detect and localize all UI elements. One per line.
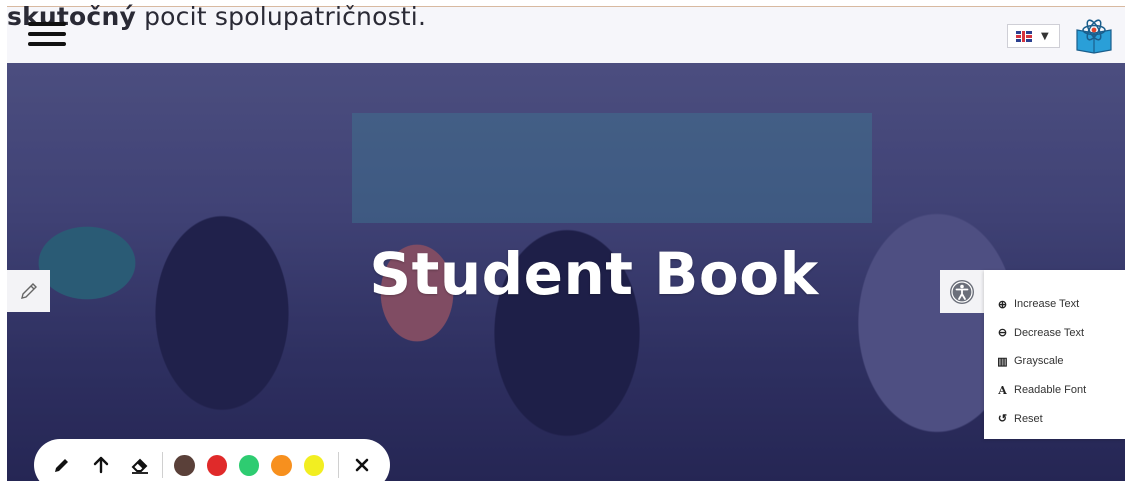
arrow-tool-button[interactable]: [89, 453, 112, 477]
color-swatch-orange[interactable]: [271, 454, 292, 476]
close-toolbar-button[interactable]: [351, 453, 374, 477]
grayscale-label: Grayscale: [1014, 355, 1064, 368]
barcode-icon: ▥: [997, 355, 1008, 368]
font-a-icon: A: [998, 383, 1007, 397]
zoom-out-icon: ⊖: [997, 327, 1008, 340]
atom-book-logo[interactable]: [1074, 16, 1114, 54]
zoom-in-icon: ⊕: [997, 298, 1008, 311]
color-swatch-red[interactable]: [206, 454, 228, 476]
grayscale-item[interactable]: ▥ Grayscale: [984, 347, 1125, 376]
drawing-toolbar: [34, 439, 390, 481]
readable-font-item[interactable]: A Readable Font: [984, 376, 1125, 405]
pen-tool-button[interactable]: [50, 453, 73, 477]
decrease-text-item[interactable]: ⊖ Decrease Text: [984, 319, 1125, 348]
readable-font-label: Readable Font: [1014, 384, 1087, 397]
reset-icon: ↺: [997, 413, 1008, 426]
reset-label: Reset: [1014, 412, 1043, 425]
overflow-heading-text: skutočný pocit spolupatričnosti.: [7, 2, 427, 31]
reset-item[interactable]: ↺ Reset: [984, 404, 1125, 433]
eraser-icon: [131, 458, 148, 474]
accessibility-icon: [950, 279, 974, 304]
increase-text-item[interactable]: ⊕ Increase Text: [984, 290, 1125, 319]
pencil-icon: [20, 283, 37, 299]
accessibility-toggle-button[interactable]: [940, 270, 984, 313]
uk-flag-icon: [1016, 30, 1032, 42]
caret-down-icon: ▼: [1041, 30, 1049, 42]
eraser-tool-button[interactable]: [128, 453, 151, 477]
accessibility-menu: ⊕ Increase Text ⊖ Decrease Text ▥ Graysc…: [984, 270, 1125, 439]
color-swatch-brown[interactable]: [174, 454, 195, 476]
toolbar-divider: [337, 452, 339, 478]
arrow-up-icon: [93, 456, 108, 474]
edit-toggle-button[interactable]: [7, 270, 50, 312]
decrease-text-label: Decrease Text: [1014, 326, 1085, 339]
color-swatch-yellow[interactable]: [303, 454, 324, 476]
color-swatch-green[interactable]: [239, 454, 260, 476]
hamburger-menu-icon[interactable]: [28, 22, 66, 48]
pencil-icon: [54, 459, 68, 472]
close-icon: [356, 458, 369, 472]
toolbar-divider: [161, 452, 163, 478]
language-selector[interactable]: ▼: [1007, 24, 1060, 48]
increase-text-label: Increase Text: [1014, 298, 1080, 311]
